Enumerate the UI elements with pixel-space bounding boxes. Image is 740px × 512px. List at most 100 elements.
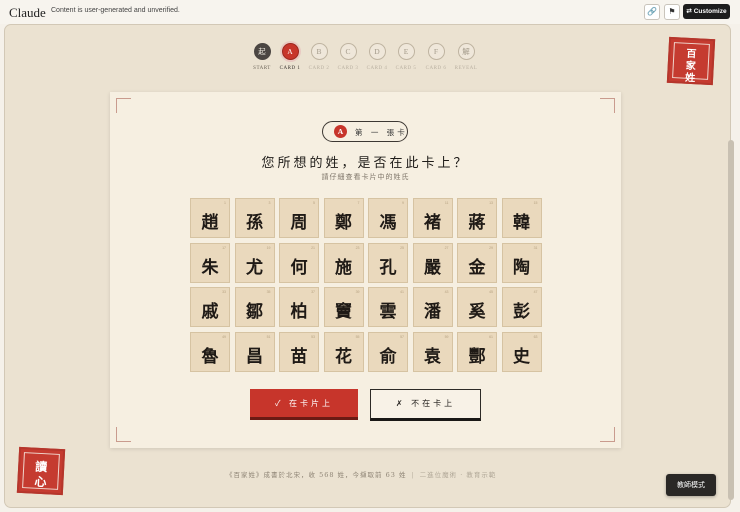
- surname-tile: 馮9: [368, 198, 408, 238]
- seal-char-xin: 心: [34, 474, 47, 490]
- surname-tile: 魯 49: [190, 331, 230, 372]
- yes-on-card-button[interactable]: ✓ 在卡片上: [250, 389, 358, 420]
- surname-tile: 趙1: [190, 198, 230, 238]
- surname-char: 蔣: [468, 213, 486, 233]
- corner-ornament: [116, 427, 131, 442]
- magic-card: A 第 一 張卡 您所想的姓，是否在此卡上？ 請仔細查看卡片中的姓氏 趙1孫3周…: [110, 92, 621, 448]
- surname-tile: 韓 15: [501, 198, 542, 238]
- step-label-2: CARD 1: [279, 66, 301, 71]
- surname-char: 韓: [513, 213, 530, 233]
- step-4: C: [339, 43, 357, 60]
- surname-char: 昌: [246, 346, 263, 367]
- surname-char: 孔: [379, 257, 397, 278]
- card-letter: A: [334, 125, 347, 138]
- surname-char: 彭: [513, 302, 530, 322]
- surname-tile: 雲 41: [368, 287, 408, 327]
- step-6: E: [397, 43, 415, 60]
- step-label-7: CARD 6: [425, 66, 447, 71]
- surname-tile: 施 23: [323, 242, 364, 283]
- seal-char-3: 姓: [684, 72, 696, 85]
- surname-index: 63: [533, 334, 538, 339]
- customize-label: Customize: [693, 8, 727, 15]
- surname-index: 55: [355, 334, 360, 339]
- surname-char: 雲: [379, 302, 397, 322]
- surname-index: 17: [222, 245, 226, 250]
- surname-index: 23: [355, 245, 360, 250]
- surname-index: 49: [222, 334, 226, 339]
- surname-tile: 蔣 13: [457, 198, 497, 238]
- surname-index: 33: [222, 290, 226, 294]
- step-label-6: CARD 5: [395, 66, 417, 71]
- surname-index: 61: [489, 334, 493, 339]
- card-question: 您所想的姓，是否在此卡上？: [261, 156, 470, 171]
- surname-tile: 朱 17: [190, 242, 230, 283]
- step-5: D: [368, 43, 386, 60]
- surname-tile: 奚 45: [457, 287, 497, 327]
- content-notice: Content is user-generated and unverified…: [51, 7, 180, 14]
- copy-link-button[interactable]: 🔗: [644, 4, 660, 20]
- surname-char: 袁: [424, 346, 441, 367]
- surname-tile: 花 55: [323, 331, 364, 372]
- surname-tile: 嚴 27: [412, 242, 453, 283]
- app-brand: Claude: [9, 5, 46, 20]
- surname-char: 酆: [468, 346, 486, 367]
- customize-button[interactable]: ⇄ Customize: [683, 4, 730, 19]
- surname-char: 竇: [335, 302, 352, 322]
- surname-index: 29: [489, 245, 493, 250]
- surname-char: 鄭: [335, 213, 352, 233]
- surname-tile: 潘 43: [412, 287, 453, 327]
- surname-char: 史: [513, 346, 530, 367]
- footer-separator: |: [411, 471, 415, 479]
- surname-tile: 柏 37: [279, 287, 319, 327]
- surname-tile: 苗 53: [279, 331, 319, 372]
- surname-char: 戚: [201, 302, 219, 322]
- surname-char: 孫: [246, 213, 263, 233]
- surname-tile: 俞 57: [368, 331, 408, 372]
- surname-char: 奚: [468, 302, 486, 322]
- report-button[interactable]: ⚑: [664, 4, 680, 20]
- surname-index: 57: [400, 334, 404, 339]
- link-icon: 🔗: [647, 7, 657, 16]
- surname-char: 俞: [379, 346, 397, 367]
- corner-ornament: [600, 98, 615, 113]
- surname-index: 43: [444, 290, 449, 294]
- seal-duxin: 讀 心: [16, 446, 66, 496]
- surname-index: 59: [444, 334, 449, 339]
- shuffle-icon: ⇄: [686, 8, 692, 15]
- step-7: F: [427, 43, 445, 60]
- surname-index: 53: [311, 334, 315, 339]
- step-2: A: [281, 43, 299, 60]
- surname-tile: 尤 19: [234, 242, 275, 283]
- surname-char: 魯: [201, 346, 219, 367]
- surname-char: 金: [468, 257, 486, 278]
- surname-index: 3: [268, 201, 271, 205]
- surname-index: 47: [533, 290, 538, 294]
- surname-tile: 褚 11: [412, 198, 453, 238]
- surname-index: 1: [224, 201, 226, 205]
- not-on-card-button[interactable]: ✗ 不在卡上: [370, 389, 481, 421]
- step-label-4: CARD 3: [337, 66, 359, 71]
- surname-char: 潘: [424, 302, 441, 322]
- scrollbar[interactable]: [728, 140, 734, 500]
- step-1: 起: [253, 43, 271, 60]
- surname-index: 5: [313, 201, 315, 205]
- surname-tile: 彭 47: [501, 287, 542, 327]
- surname-char: 花: [335, 346, 352, 367]
- card-badge: A 第 一 張卡: [322, 121, 408, 142]
- surname-index: 15: [533, 201, 538, 205]
- seal-baijiaxing: 百 家 姓: [666, 36, 716, 86]
- surname-index: 37: [311, 290, 315, 294]
- surname-char: 尤: [246, 257, 263, 278]
- surname-char: 趙: [201, 213, 219, 233]
- teacher-mode-button[interactable]: 教師模式: [666, 474, 716, 496]
- surname-index: 19: [266, 245, 271, 250]
- surname-char: 褚: [424, 213, 441, 233]
- surname-index: 41: [400, 290, 404, 294]
- surname-index: 51: [266, 334, 271, 339]
- surname-char: 陶: [513, 257, 530, 278]
- corner-ornament: [600, 427, 615, 442]
- flag-icon: ⚑: [668, 7, 676, 16]
- surname-index: 13: [489, 201, 493, 205]
- surname-index: 11: [444, 201, 449, 205]
- surname-index: 31: [533, 245, 538, 250]
